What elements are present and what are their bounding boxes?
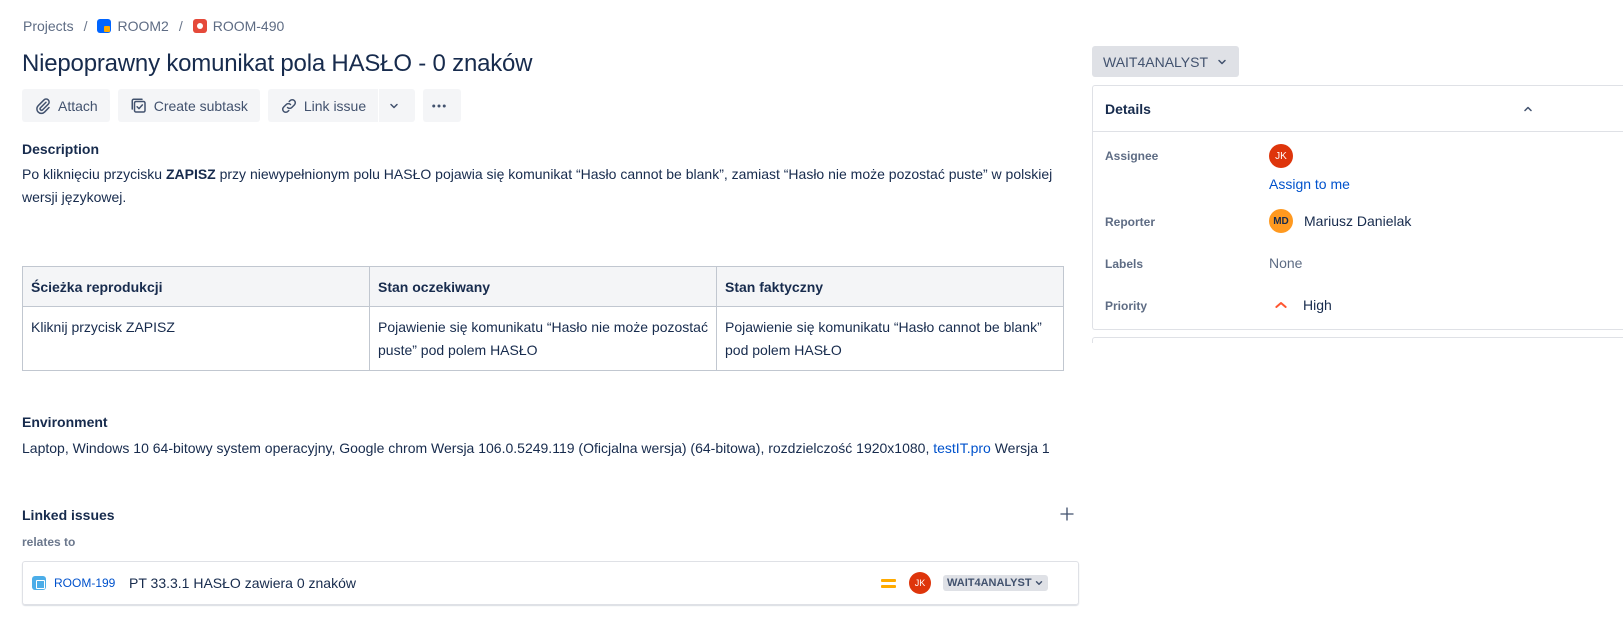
assignee-value[interactable]: JK [1269,144,1293,168]
breadcrumb-issue[interactable]: ROOM-490 [192,18,285,34]
breadcrumb-project[interactable]: ROOM2 [97,18,169,34]
reporter-name: Mariusz Danielak [1304,213,1412,229]
environment-suffix: Wersja 1 [990,440,1050,456]
linked-issues-heading: Linked issues [22,507,115,523]
table-row: Kliknij przycisk ZAPISZ Pojawienie się k… [22,306,1064,371]
table-cell: Pojawienie się komunikatu “Hasło cannot … [716,306,1064,371]
priority-label: Priority [1105,299,1148,313]
breadcrumb-separator: / [178,18,183,34]
details-panel-title: Details [1105,100,1151,117]
description-text-start: Po kliknięciu przycisku [22,166,166,182]
high-priority-icon [1275,302,1287,308]
description-bold-text: ZAPISZ [165,166,216,182]
environment-text: Laptop, Windows 10 64-bitowy system oper… [22,440,934,456]
breadcrumb-issue-label: ROOM-490 [212,18,285,34]
chevron-up-icon [1524,106,1532,112]
medium-priority-icon [881,577,896,589]
issue-status-label: WAIT4ANALYST [1103,53,1209,70]
avatar: JK [1269,144,1293,168]
avatar[interactable]: JK [909,572,931,594]
relation-type-label: relates to [22,535,76,549]
chevron-down-icon [1035,581,1042,585]
more-icon [432,104,446,107]
assignee-label: Assignee [1105,149,1159,163]
priority-text: High [1303,297,1332,313]
bug-icon [192,19,207,33]
table-header-cell: Stan faktyczny [716,266,1064,307]
collapsed-panel-edge [1092,337,1623,343]
issue-toolbar: Attach Create subtask Link issue [22,89,462,122]
breadcrumb-projects[interactable]: Projects [23,18,74,34]
assign-to-me-link[interactable]: Assign to me [1269,176,1350,192]
table-header-row: Ścieżka reprodukcji Stan oczekiwany Stan… [22,266,1064,307]
avatar: MD [1269,209,1293,233]
environment-heading: Environment [22,414,108,430]
environment-body[interactable]: Laptop, Windows 10 64-bitowy system oper… [22,440,1050,456]
reproduction-table: Ścieżka reprodukcji Stan oczekiwany Stan… [22,266,1064,371]
link-issue-button[interactable]: Link issue [267,89,379,122]
reporter-label: Reporter [1105,215,1156,229]
table-cell: Pojawienie się komunikatu “Hasło nie moż… [369,306,717,371]
environment-link[interactable]: testIT.pro [933,440,991,456]
details-panel-header[interactable]: Details [1093,86,1623,132]
chevron-down-icon [390,103,398,108]
link-issue-dropdown-button[interactable] [379,89,416,122]
create-subtask-button[interactable]: Create subtask [117,89,260,122]
attach-label: Attach [58,97,98,114]
description-body[interactable]: Po kliknięciu przycisku ZAPISZ przy niew… [22,163,1072,209]
more-actions-button[interactable] [423,89,462,122]
subtask-icon [131,98,146,113]
labels-value[interactable]: None [1269,255,1302,271]
table-header-cell: Stan oczekiwany [369,266,717,307]
table-cell: Kliknij przycisk ZAPISZ [22,306,370,371]
project-avatar-icon [97,19,112,33]
reporter-value[interactable]: MD Mariusz Danielak [1269,209,1411,233]
linked-issue-key[interactable]: ROOM-199 [54,576,115,590]
priority-value[interactable]: High [1269,297,1332,313]
subtask-type-icon [32,576,46,590]
linked-issue-summary[interactable]: PT 33.3.1 HASŁO zawiera 0 znaków [129,575,356,591]
table-header-cell: Ścieżka reprodukcji [22,266,370,307]
attach-button[interactable]: Attach [22,89,110,122]
linked-issue-status-label: WAIT4ANALYST [947,577,1032,589]
labels-label: Labels [1105,257,1144,271]
description-heading: Description [22,141,100,157]
breadcrumb-separator: / [83,18,88,34]
link-issue-split-button: Link issue [267,89,416,122]
linked-issue-row[interactable]: ROOM-199 PT 33.3.1 HASŁO zawiera 0 znakó… [22,561,1079,605]
linked-issue-status-dropdown[interactable]: WAIT4ANALYST [943,575,1048,591]
link-issue-label: Link issue [303,97,367,114]
create-subtask-label: Create subtask [153,97,248,114]
add-linked-issue-icon[interactable] [1058,505,1076,523]
details-panel: Details Assignee JK Assign to me Reporte… [1092,85,1623,330]
issue-title[interactable]: Niepoprawny komunikat pola HASŁO - 0 zna… [22,50,533,78]
link-icon [281,98,296,113]
paperclip-icon [36,97,50,114]
issue-status-dropdown[interactable]: WAIT4ANALYST [1092,46,1240,77]
breadcrumb-project-label: ROOM2 [117,18,169,34]
breadcrumb: Projects / ROOM2 / ROOM-490 [23,16,284,36]
chevron-down-icon [1218,59,1226,64]
